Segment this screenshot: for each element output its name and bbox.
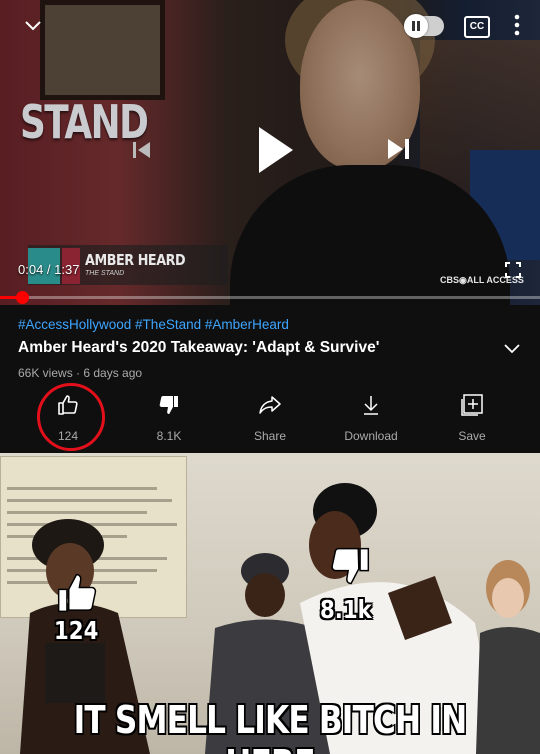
video-info-panel: #AccessHollywood #TheStand #AmberHeard A… [0, 305, 540, 455]
thumbs-down-icon [159, 396, 178, 414]
show-logo: STAND [20, 95, 149, 149]
play-icon[interactable] [255, 125, 295, 175]
download-icon [364, 396, 378, 415]
share-button[interactable]: Share [230, 393, 310, 443]
save-button[interactable]: Save [432, 393, 512, 443]
more-options-icon[interactable] [512, 12, 522, 38]
download-button[interactable]: Download [331, 393, 411, 443]
add-to-playlist-icon [461, 394, 483, 416]
fullscreen-icon[interactable] [505, 262, 521, 278]
share-icon [259, 396, 281, 414]
meme-like-count: 124 [54, 616, 99, 645]
meme-image: 124 8.1k IT SMELL LIKE BITCH IN HERE [0, 453, 540, 754]
meme-caption: IT SMELL LIKE BITCH IN HERE [73, 697, 468, 754]
next-icon[interactable] [385, 135, 413, 163]
captions-button[interactable]: CC [464, 16, 490, 38]
meme-thumbs-down-icon [331, 547, 370, 585]
meme-thumbs-up-icon [57, 573, 97, 613]
dislike-count: 8.1K [156, 429, 182, 443]
video-title[interactable]: Amber Heard's 2020 Takeaway: 'Adapt & Su… [18, 339, 379, 357]
video-player[interactable]: STAND CC AMBER HEARD THE STAND 0:04 / 1:… [0, 0, 540, 305]
lower-third-subtitle: THE STAND [85, 270, 125, 277]
lower-third-name: AMBER HEARD [85, 251, 186, 269]
previous-icon[interactable] [130, 138, 154, 162]
time-display: 0:04 / 1:37 [18, 262, 80, 277]
chevron-down-icon[interactable] [20, 12, 46, 38]
meme-dislike-count: 8.1k [320, 595, 372, 624]
download-label: Download [344, 429, 398, 443]
pause-icon [404, 14, 428, 38]
dislike-button[interactable]: 8.1K [129, 393, 209, 443]
share-label: Share [253, 429, 287, 443]
screenshot: STAND CC AMBER HEARD THE STAND 0:04 / 1:… [0, 0, 540, 754]
hashtags-link[interactable]: #AccessHollywood #TheStand #AmberHeard [18, 317, 289, 332]
save-label: Save [458, 429, 486, 443]
autoplay-toggle[interactable] [404, 14, 444, 38]
video-meta: 66K views · 6 days ago [18, 366, 143, 380]
expand-description-icon[interactable] [503, 343, 521, 355]
progress-bar[interactable] [0, 291, 540, 304]
